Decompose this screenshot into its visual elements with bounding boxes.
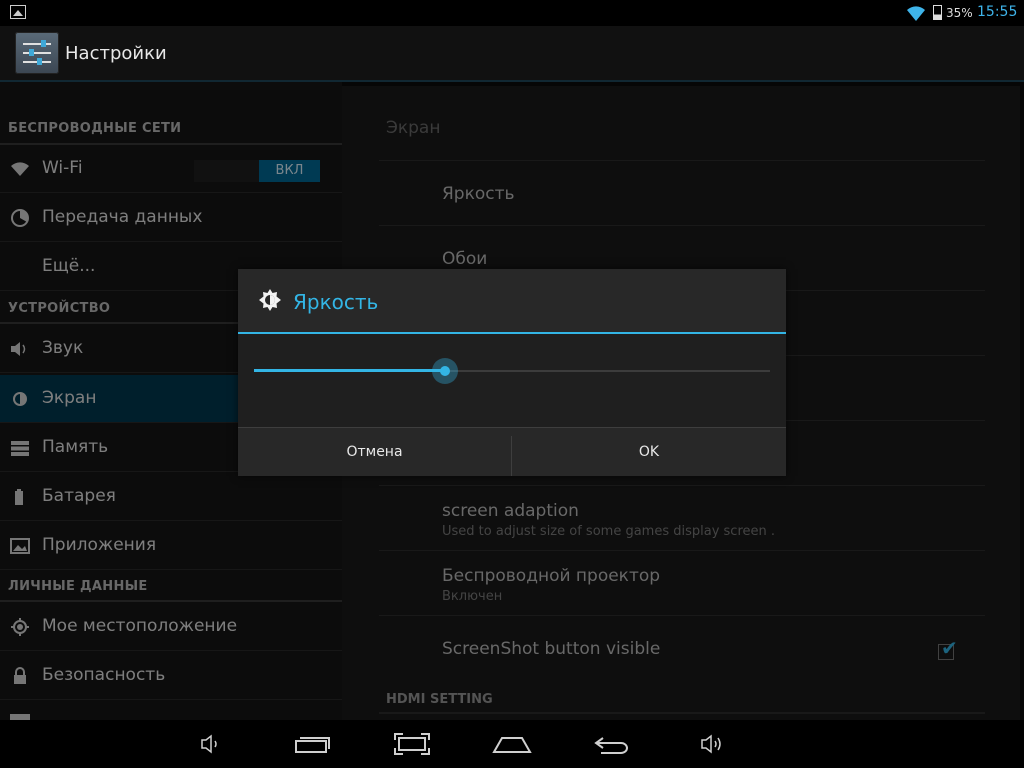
volume-up-icon[interactable] — [700, 732, 726, 756]
image-notification-icon — [10, 5, 26, 19]
brightness-dialog: Яркость Отмена OK — [238, 269, 786, 476]
wifi-signal-icon — [907, 6, 925, 22]
battery-status-icon — [933, 5, 942, 20]
clock: 15:55 — [977, 4, 1018, 20]
settings-app-icon[interactable] — [15, 32, 59, 74]
back-icon[interactable] — [593, 732, 631, 756]
dialog-body — [238, 334, 786, 427]
dialog-button-bar: Отмена OK — [238, 427, 786, 477]
ok-button[interactable]: OK — [512, 428, 786, 477]
battery-percent: 35% — [946, 6, 973, 20]
recent-apps-icon[interactable] — [294, 732, 332, 756]
action-bar: Настройки — [0, 26, 1024, 82]
brightness-icon — [259, 289, 281, 311]
cancel-button[interactable]: Отмена — [238, 428, 511, 477]
navigation-bar — [0, 720, 1024, 768]
screenshot-icon[interactable] — [393, 732, 431, 756]
status-bar: 35% 15:55 — [0, 0, 1024, 26]
page-title: Настройки — [65, 43, 167, 64]
home-icon[interactable] — [492, 732, 532, 756]
brightness-slider-thumb[interactable] — [432, 358, 458, 384]
brightness-slider-fill — [254, 369, 445, 372]
dialog-title: Яркость — [293, 290, 379, 314]
volume-down-icon[interactable] — [200, 732, 222, 756]
